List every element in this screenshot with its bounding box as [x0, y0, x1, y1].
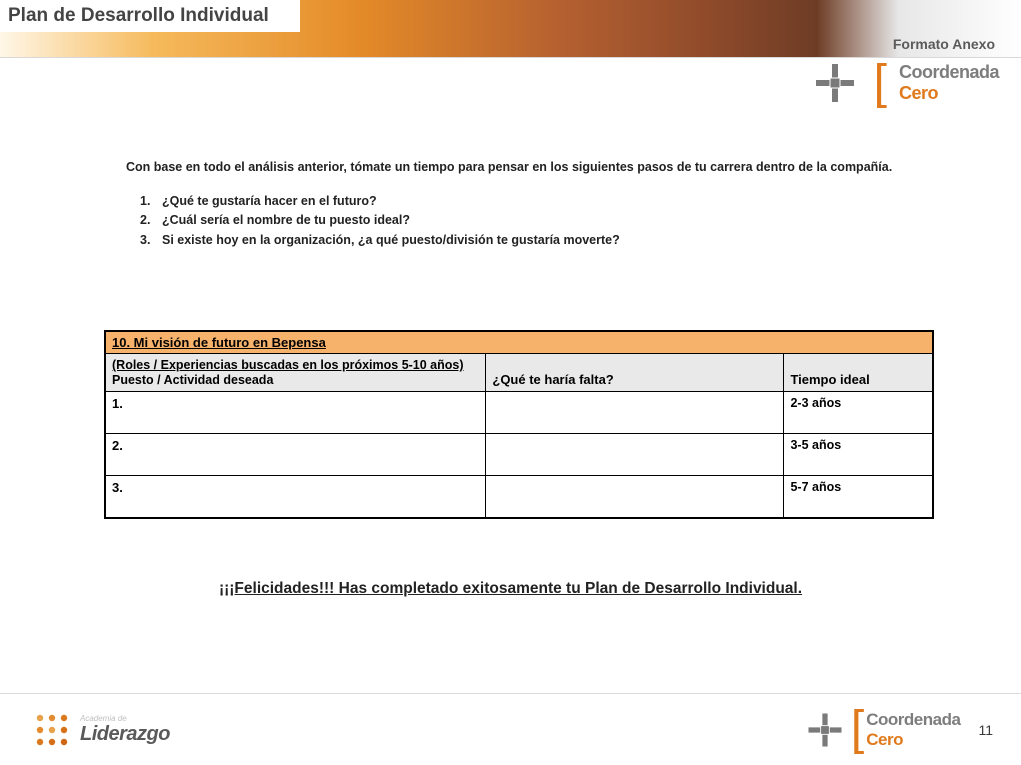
table-row: 1. 2-3 años: [105, 392, 933, 434]
col1-subtitle2: Puesto / Actividad deseada: [112, 373, 479, 387]
header-band: Plan de Desarrollo Individual Formato An…: [0, 0, 1021, 58]
row-num: 3.: [105, 476, 486, 518]
footer-left-text: Academia de Liderazgo: [80, 714, 170, 746]
brand-text: Coordenada Cero: [899, 62, 999, 104]
plus-icon: [812, 60, 858, 106]
question-num: 1.: [140, 192, 162, 211]
vision-table: 10. Mi visión de futuro en Bepensa (Role…: [104, 330, 934, 519]
brand-line-1: Coordenada: [866, 710, 960, 730]
footer-brand: [ Coordenada Cero: [805, 710, 961, 750]
questions-list: 1.¿Qué te gustaría hacer en el futuro? 2…: [126, 192, 926, 250]
brand-top: [ Coordenada Cero: [812, 60, 999, 106]
row-time: 5-7 años: [784, 476, 933, 518]
table-row: 3. 5-7 años: [105, 476, 933, 518]
footer-right: [ Coordenada Cero 11: [805, 710, 993, 750]
question-text: Si existe hoy en la organización, ¿a qué…: [162, 233, 620, 247]
table-row: 2. 3-5 años: [105, 434, 933, 476]
row-num: 2.: [105, 434, 486, 476]
vision-table-wrap: 10. Mi visión de futuro en Bepensa (Role…: [104, 330, 934, 519]
format-anexo-label: Formato Anexo: [893, 36, 995, 52]
brand-line-2: Cero: [866, 730, 960, 750]
footer-left-big: Liderazgo: [80, 723, 170, 746]
col1-subtitle1: (Roles / Experiencias buscadas en los pr…: [112, 358, 479, 372]
plus-icon: [805, 710, 845, 750]
page-number: 11: [978, 722, 993, 738]
question-text: ¿Qué te gustaría hacer en el futuro?: [162, 194, 377, 208]
brand-text: Coordenada Cero: [866, 710, 960, 750]
question-num: 2.: [140, 211, 162, 230]
question-item: 3.Si existe hoy en la organización, ¿a q…: [140, 231, 926, 250]
row-col2: [486, 434, 784, 476]
question-text: ¿Cuál sería el nombre de tu puesto ideal…: [162, 213, 410, 227]
brand-line-1: Coordenada: [899, 62, 999, 83]
table-title-row: 10. Mi visión de futuro en Bepensa: [105, 331, 933, 354]
footer-left-brand: Academia de Liderazgo: [32, 710, 170, 750]
table-subheader-row: (Roles / Experiencias buscadas en los pr…: [105, 354, 933, 392]
row-col2: [486, 392, 784, 434]
question-num: 3.: [140, 231, 162, 250]
col3-header: Tiempo ideal: [784, 354, 933, 392]
row-time: 3-5 años: [784, 434, 933, 476]
bracket-icon: [: [874, 69, 887, 98]
table-title: 10. Mi visión de futuro en Bepensa: [105, 331, 933, 354]
question-item: 2.¿Cuál sería el nombre de tu puesto ide…: [140, 211, 926, 230]
content-block: Con base en todo el análisis anterior, t…: [126, 160, 926, 250]
question-item: 1.¿Qué te gustaría hacer en el futuro?: [140, 192, 926, 211]
dots-icon: [32, 710, 72, 750]
footer-left-small: Academia de: [80, 714, 170, 723]
intro-text: Con base en todo el análisis anterior, t…: [126, 160, 926, 174]
row-num: 1.: [105, 392, 486, 434]
footer: Academia de Liderazgo [: [0, 693, 1021, 765]
page-title: Plan de Desarrollo Individual: [0, 0, 300, 32]
col1-header: (Roles / Experiencias buscadas en los pr…: [105, 354, 486, 392]
congrats-text: ¡¡¡Felicidades!!! Has completado exitosa…: [0, 580, 1021, 598]
col2-header: ¿Qué te haría falta?: [486, 354, 784, 392]
row-time: 2-3 años: [784, 392, 933, 434]
brand-line-2: Cero: [899, 83, 999, 104]
bracket-icon: [: [851, 715, 864, 744]
row-col2: [486, 476, 784, 518]
